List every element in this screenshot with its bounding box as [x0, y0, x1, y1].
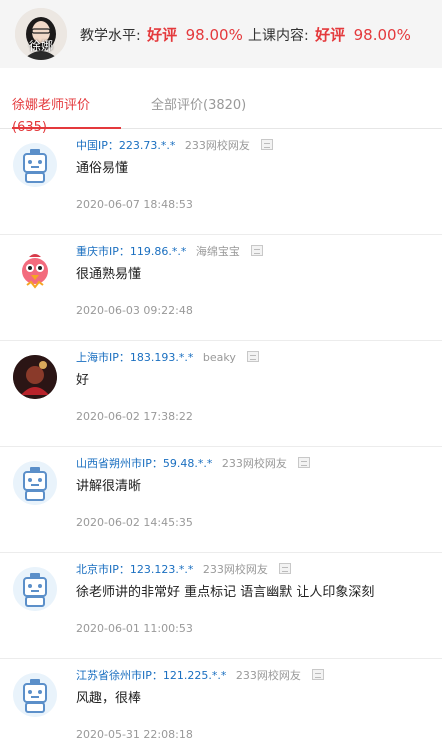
reviewer-nickname: 海绵宝宝	[195, 245, 240, 258]
reviewer-avatar	[13, 249, 57, 293]
stat-rating: 好评	[147, 26, 178, 44]
stat-percent: 98.00%	[185, 26, 243, 44]
report-flag-icon[interactable]	[261, 139, 274, 150]
report-flag-icon[interactable]	[251, 245, 264, 256]
review-item: 重庆市IP：119.86.*.* 海绵宝宝 很通熟易懂 2020-06-03 0…	[0, 235, 442, 341]
robot-avatar-icon	[13, 143, 57, 187]
stat-percent: 98.00%	[353, 26, 411, 44]
robot-avatar-icon	[13, 673, 57, 717]
reviewer-ip: 山西省朔州市IP：59.48.*.*	[76, 457, 213, 470]
course-content-stat: 上课内容: 好评 98.00%	[248, 24, 411, 45]
review-tabs: 徐娜老师评价(635) 全部评价(3820)	[0, 95, 442, 135]
reviewer-avatar	[13, 567, 57, 611]
reviewer-nickname: 233网校网友	[235, 669, 301, 682]
review-meta: 北京市IP：123.123.*.* 233网校网友	[76, 561, 292, 577]
review-item: 上海市IP：183.193.*.* beaky 好 2020-06-02 17:…	[0, 341, 442, 447]
review-text: 讲解很清晰	[76, 479, 142, 494]
tab-label: 徐娜老师评价	[12, 98, 91, 113]
report-flag-icon[interactable]	[298, 457, 311, 468]
stat-rating: 好评	[315, 26, 346, 44]
robot-avatar-icon	[13, 567, 57, 611]
tab-teacher-reviews[interactable]: 徐娜老师评价(635)	[12, 95, 121, 135]
review-meta: 江苏省徐州市IP：121.225.*.* 233网校网友	[76, 667, 325, 683]
stat-label: 教学水平:	[80, 28, 141, 44]
reviewer-nickname: 233网校网友	[202, 563, 268, 576]
review-text: 徐老师讲的非常好 重点标记 语言幽默 让人印象深刻	[76, 585, 375, 600]
review-meta: 山西省朔州市IP：59.48.*.* 233网校网友	[76, 455, 311, 471]
review-meta: 上海市IP：183.193.*.* beaky	[76, 349, 260, 365]
report-flag-icon[interactable]	[247, 351, 260, 362]
teaching-level-stat: 教学水平: 好评 98.00%	[80, 24, 243, 45]
review-time: 2020-06-02 17:38:22	[76, 410, 193, 423]
review-time: 2020-06-02 14:45:35	[76, 516, 193, 529]
robot-avatar-icon	[13, 461, 57, 505]
reviewer-avatar	[13, 143, 57, 187]
teacher-avatar: 徐娜	[15, 8, 67, 60]
report-flag-icon[interactable]	[312, 669, 325, 680]
review-text: 很通熟易懂	[76, 267, 142, 282]
tab-count: (3820)	[203, 98, 247, 113]
review-item: 中国IP：223.73.*.* 233网校网友 通俗易懂 2020-06-07 …	[0, 129, 442, 235]
review-time: 2020-06-07 18:48:53	[76, 198, 193, 211]
tab-label: 全部评价	[151, 98, 204, 113]
review-text: 风趣，很棒	[76, 691, 142, 706]
reviewer-nickname: 233网校网友	[221, 457, 287, 470]
reviewer-avatar	[13, 355, 57, 399]
reviewer-ip: 重庆市IP：119.86.*.*	[76, 245, 187, 258]
reviewer-avatar	[13, 673, 57, 717]
review-meta: 中国IP：223.73.*.* 233网校网友	[76, 137, 274, 153]
reviewer-ip: 上海市IP：183.193.*.*	[76, 351, 194, 364]
reviewer-nickname: 233网校网友	[184, 139, 250, 152]
teacher-name: 徐娜	[28, 39, 53, 53]
review-text: 好	[76, 373, 90, 388]
review-time: 2020-06-03 09:22:48	[76, 304, 193, 317]
teacher-header: 徐娜 教学水平: 好评 98.00% 上课内容: 好评 98.00%	[0, 0, 442, 68]
stat-label: 上课内容:	[248, 28, 309, 44]
review-meta: 重庆市IP：119.86.*.* 海绵宝宝	[76, 243, 264, 259]
review-time: 2020-05-31 22:08:18	[76, 728, 193, 741]
review-item: 山西省朔州市IP：59.48.*.* 233网校网友 讲解很清晰 2020-06…	[0, 447, 442, 553]
reviewer-ip: 中国IP：223.73.*.*	[76, 139, 176, 152]
review-time: 2020-06-01 11:00:53	[76, 622, 193, 635]
reviewer-ip: 北京市IP：123.123.*.*	[76, 563, 194, 576]
reviewer-avatar	[13, 461, 57, 505]
report-flag-icon[interactable]	[279, 563, 292, 574]
review-item: 江苏省徐州市IP：121.225.*.* 233网校网友 风趣，很棒 2020-…	[0, 659, 442, 753]
review-item: 北京市IP：123.123.*.* 233网校网友 徐老师讲的非常好 重点标记 …	[0, 553, 442, 659]
reviewer-ip: 江苏省徐州市IP：121.225.*.*	[76, 669, 227, 682]
reviewer-nickname: beaky	[202, 351, 236, 364]
photo-avatar-icon	[13, 355, 57, 399]
cartoon-bird-avatar-icon	[13, 249, 57, 293]
tab-all-reviews[interactable]: 全部评价(3820)	[151, 95, 246, 129]
review-text: 通俗易懂	[76, 161, 129, 176]
